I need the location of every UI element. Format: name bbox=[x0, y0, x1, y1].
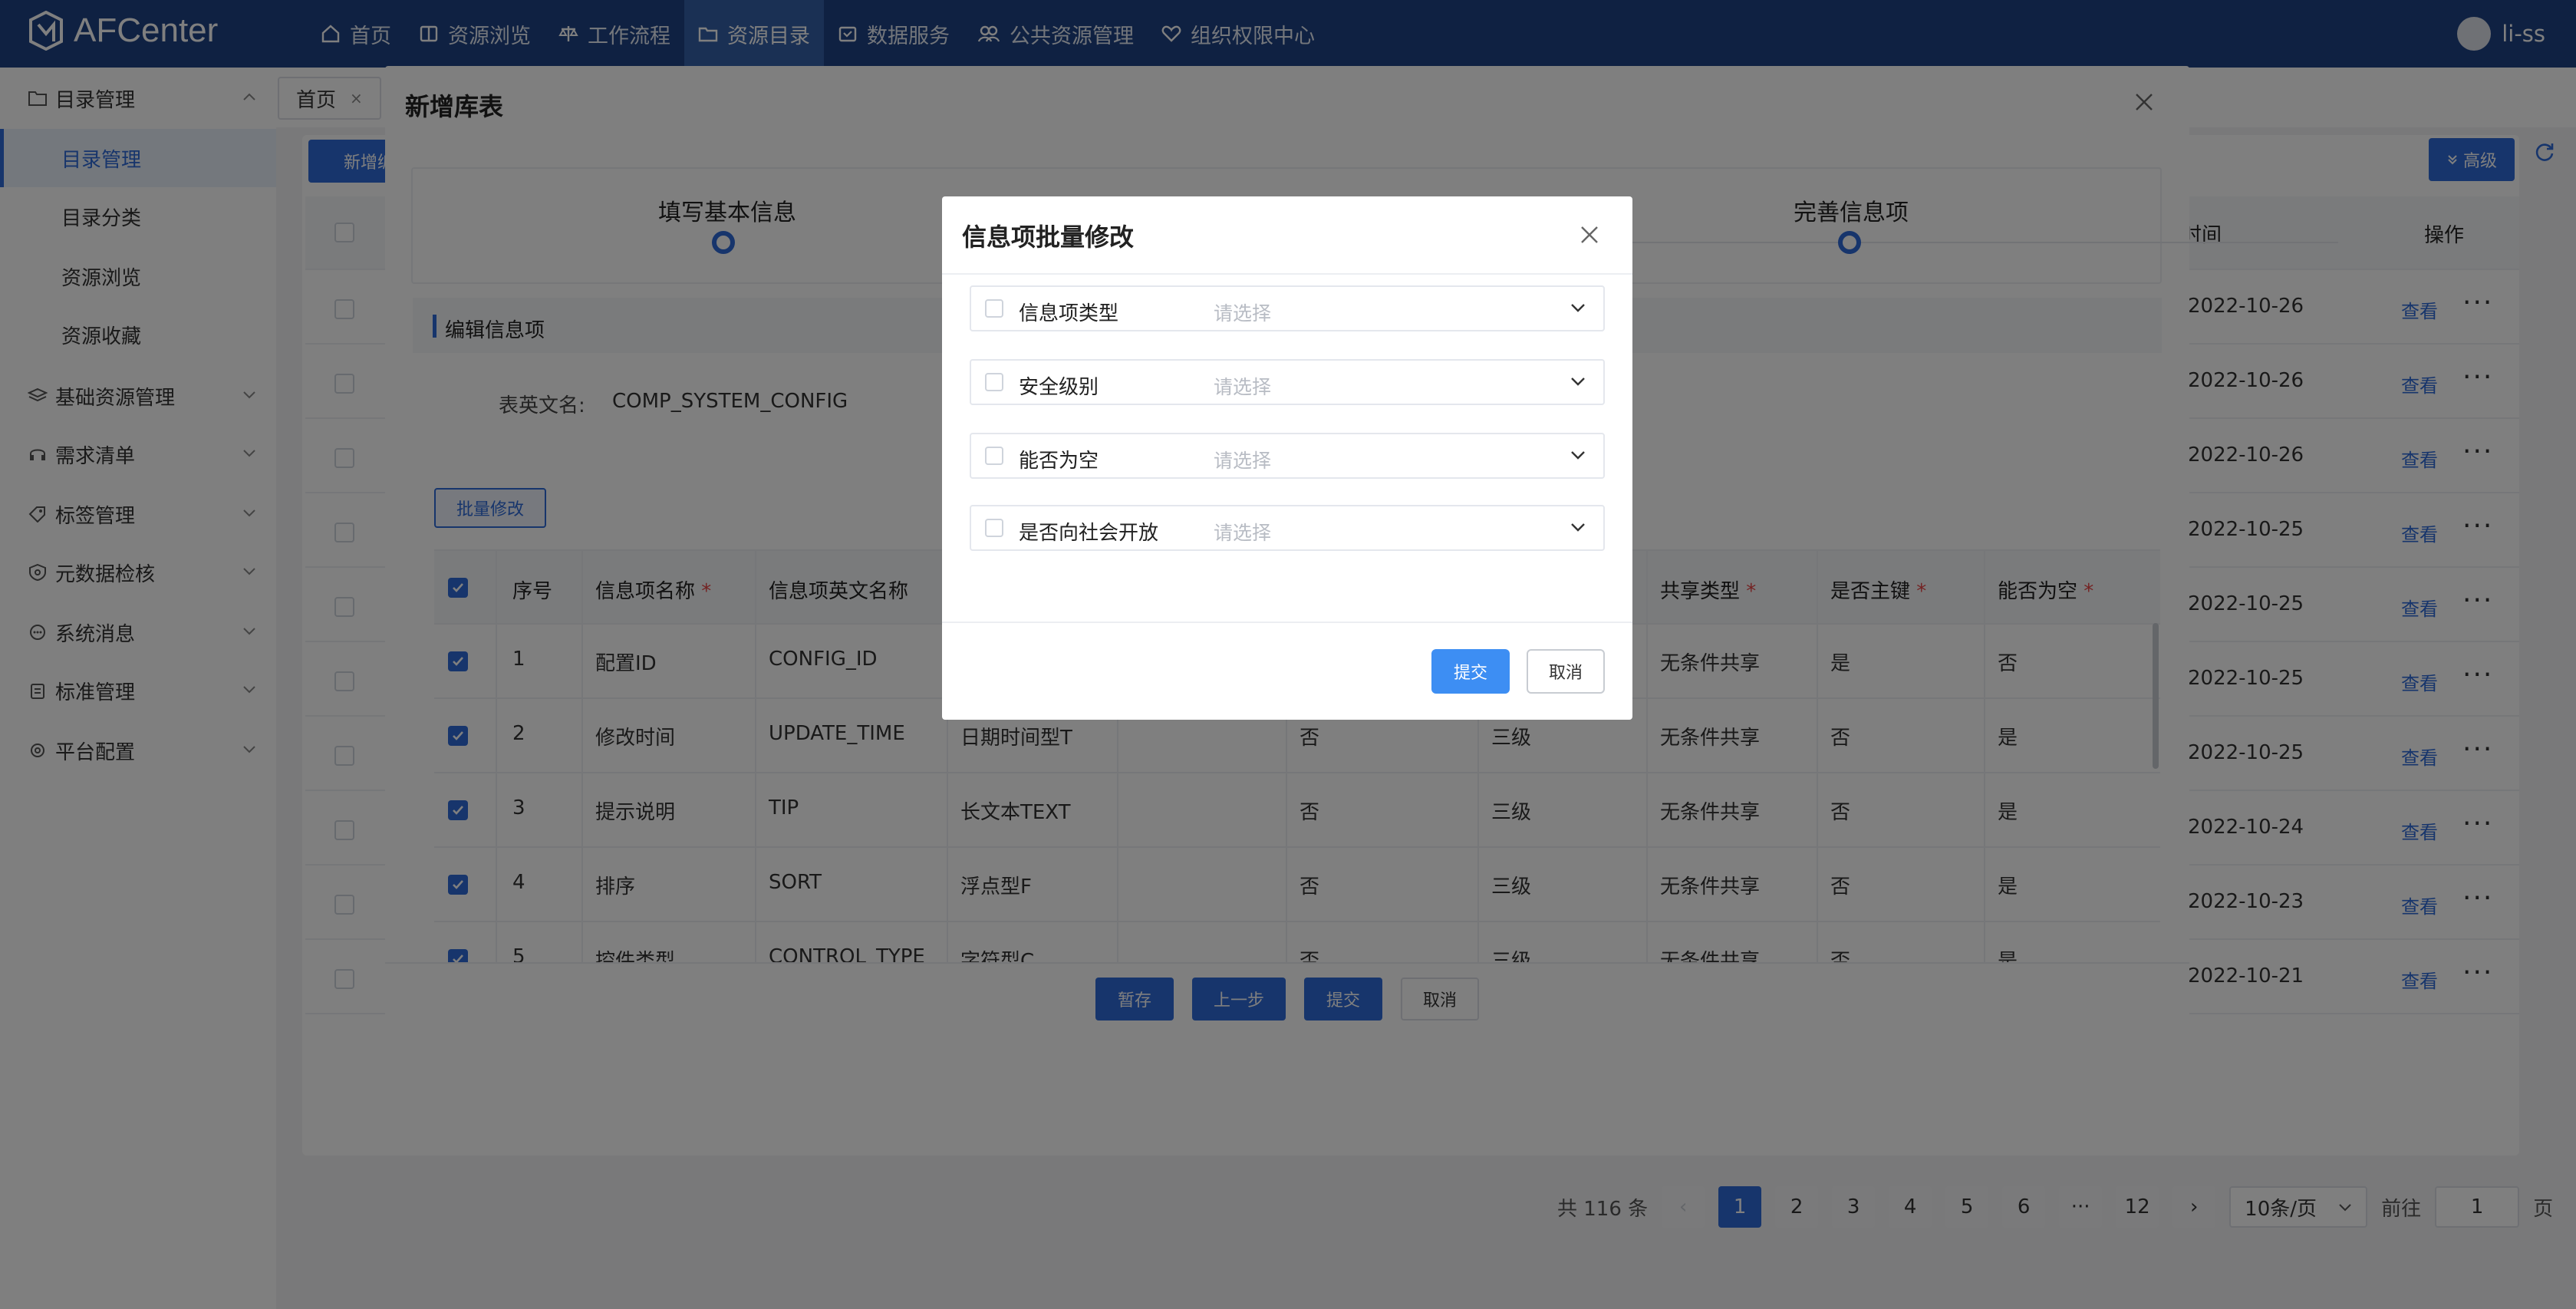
field-checkbox[interactable] bbox=[985, 519, 1003, 537]
field-checkbox[interactable] bbox=[985, 299, 1003, 318]
field-label: 信息项类型 bbox=[1019, 302, 1119, 325]
modal-submit-button[interactable]: 提交 bbox=[1431, 649, 1510, 694]
chevron-down-icon bbox=[1571, 378, 1585, 386]
chevron-down-icon bbox=[1571, 304, 1585, 312]
select-placeholder: 请选择 bbox=[1214, 302, 1272, 325]
modal-cancel-button[interactable]: 取消 bbox=[1527, 649, 1605, 694]
field-label: 安全级别 bbox=[1019, 376, 1099, 399]
field-nullable[interactable]: 能否为空 请选择 bbox=[970, 433, 1605, 479]
field-checkbox[interactable] bbox=[985, 447, 1003, 465]
field-label: 是否向社会开放 bbox=[1019, 522, 1159, 545]
field-info-item-type[interactable]: 信息项类型 请选择 bbox=[970, 285, 1605, 331]
field-security-level[interactable]: 安全级别 请选择 bbox=[970, 359, 1605, 405]
select-placeholder: 请选择 bbox=[1214, 522, 1272, 544]
select-placeholder: 请选择 bbox=[1214, 450, 1272, 472]
close-icon[interactable] bbox=[1579, 224, 1600, 246]
modal-title: 信息项批量修改 bbox=[962, 223, 1135, 252]
chevron-down-icon bbox=[1571, 523, 1585, 532]
chevron-down-icon bbox=[1571, 451, 1585, 460]
select-placeholder: 请选择 bbox=[1214, 376, 1272, 398]
modal-header-divider bbox=[942, 273, 1632, 275]
field-public-open[interactable]: 是否向社会开放 请选择 bbox=[970, 505, 1605, 551]
field-checkbox[interactable] bbox=[985, 373, 1003, 391]
field-label: 能否为空 bbox=[1019, 450, 1099, 473]
modal-footer-divider bbox=[942, 622, 1632, 623]
